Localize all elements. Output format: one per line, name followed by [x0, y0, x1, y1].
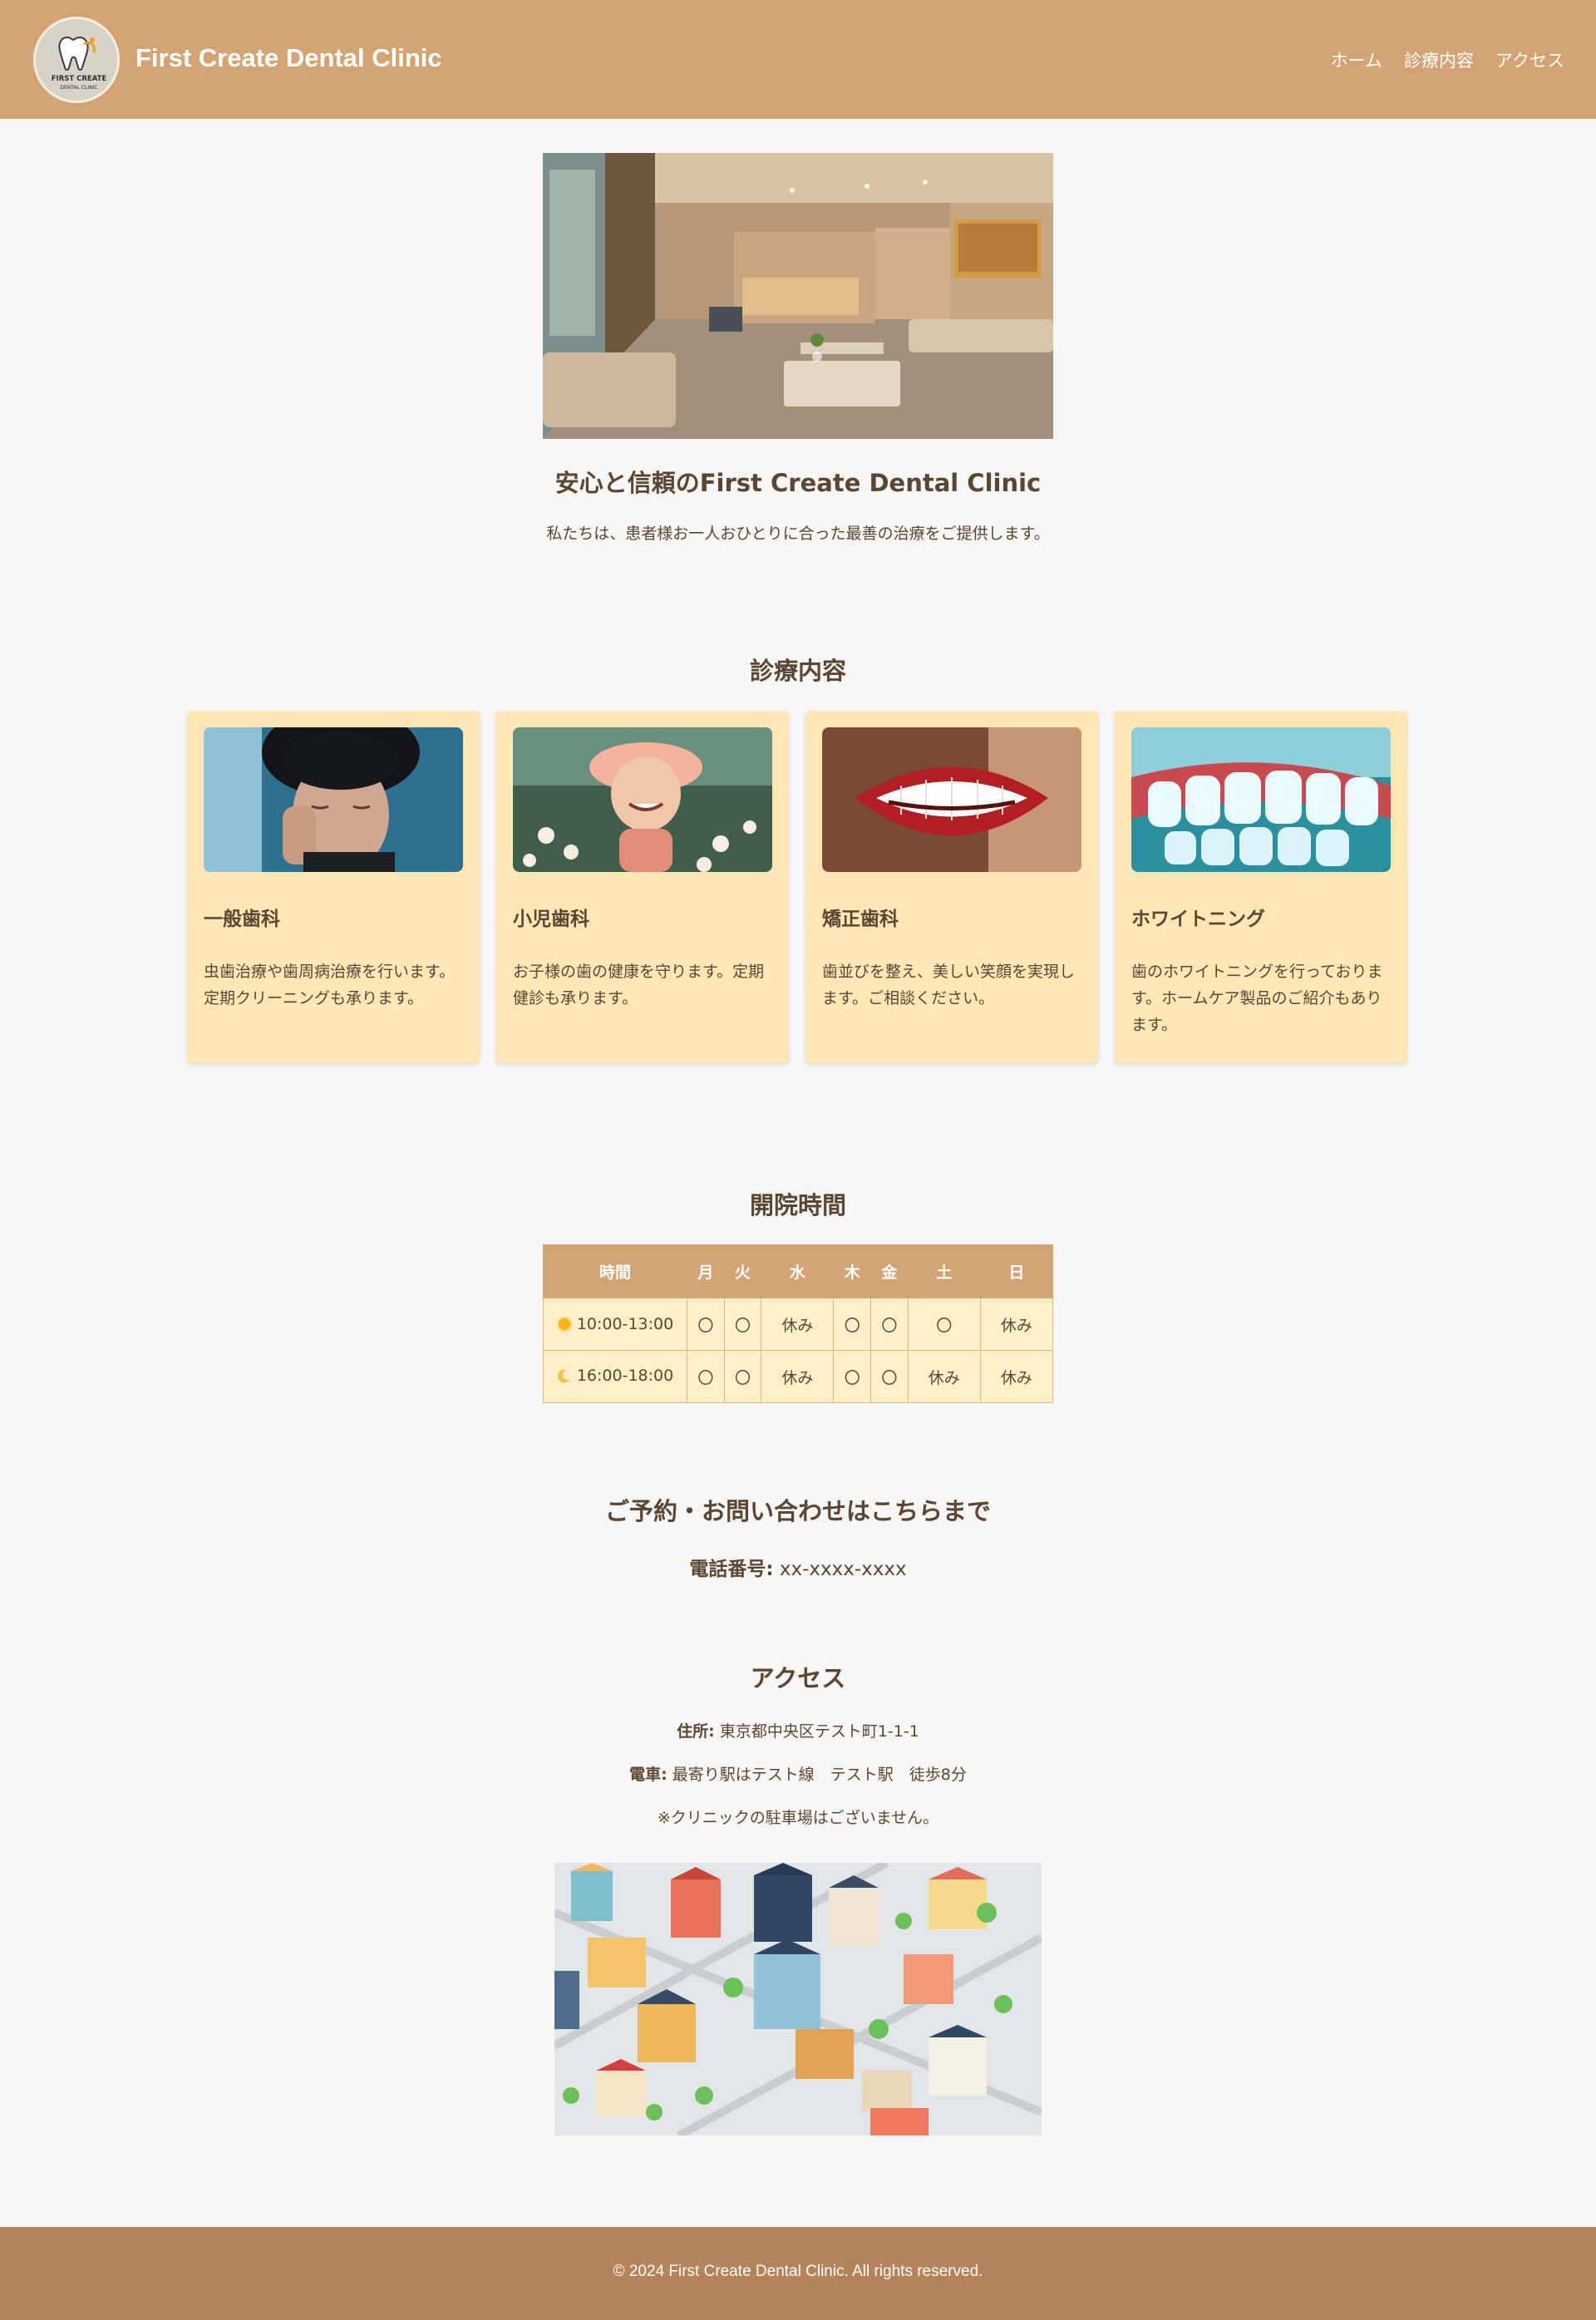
- service-card-general[interactable]: 一般歯科 虫歯治療や歯周病治療を行います。定期クリーニングも承ります。: [187, 711, 480, 1063]
- table-cell: 〇: [833, 1298, 872, 1351]
- table-cell: 〇: [687, 1350, 725, 1403]
- table-row: 16:00-18:00 〇 〇 休み 〇 〇 休み 休み: [543, 1350, 1054, 1403]
- table-row: 10:00-13:00 〇 〇 休み 〇 〇 〇 休み: [543, 1298, 1054, 1351]
- table-cell: 休み: [907, 1350, 981, 1403]
- service-description: 虫歯治療や歯周病治療を行います。定期クリーニングも承ります。: [204, 963, 456, 1007]
- table-cell: 〇: [723, 1298, 762, 1351]
- phone-info: 電話番号: xx-xxxx-xxxx: [0, 1553, 1596, 1581]
- address-line: 住所: 東京都中央区テスト町1-1-1: [0, 1719, 1596, 1741]
- access-heading: アクセス: [750, 1664, 846, 1692]
- column-header: 日: [979, 1244, 1054, 1298]
- site-footer: © 2024 First Create Dental Clinic. All r…: [0, 2227, 1596, 2320]
- service-title: 小児歯科: [513, 909, 589, 930]
- table-cell: 休み: [979, 1298, 1054, 1351]
- tooth-logo-icon: FIRST CREATE DENTAL CLINIC: [36, 19, 117, 101]
- service-title: 矯正歯科: [822, 909, 899, 930]
- phone-label: 電話番号:: [689, 1559, 774, 1580]
- sun-icon: [556, 1317, 572, 1332]
- services-heading: 診療内容: [749, 657, 846, 685]
- time-cell: 10:00-13:00: [543, 1298, 687, 1351]
- service-card-whitening[interactable]: ホワイトニング 歯のホワイトニングを行っております。ホームケア製品のご紹介もあり…: [1115, 711, 1407, 1063]
- column-header: 土: [907, 1244, 981, 1298]
- nav-home[interactable]: ホーム: [1331, 47, 1382, 72]
- copyright-text: © 2024 First Create Dental Clinic. All r…: [613, 2263, 983, 2280]
- table-cell: 休み: [979, 1350, 1054, 1403]
- nav-services[interactable]: 診療内容: [1404, 47, 1474, 72]
- service-description: 歯並びを整え、美しい笑顔を実現します。ご相談ください。: [822, 963, 1076, 1007]
- table-cell: 〇: [907, 1298, 981, 1351]
- column-header: 月: [687, 1244, 725, 1298]
- table-cell: 〇: [870, 1298, 909, 1351]
- service-description: お子様の歯の健康を守ります。定期健診も承ります。: [513, 963, 765, 1007]
- hero-subtitle: 私たちは、患者様お一人おひとりに合った最善の治療をご提供します。: [546, 525, 1050, 543]
- service-description: 歯のホワイトニングを行っております。ホームケア製品のご紹介もあります。: [1131, 963, 1383, 1034]
- hours-header-row: 時間 月 火 水 木 金 土 日: [543, 1244, 1054, 1298]
- service-card-pediatric[interactable]: 小児歯科 お子様の歯の健康を守ります。定期健診も承ります。: [496, 711, 789, 1063]
- orthodontics-image: [822, 727, 1081, 872]
- address-value: 東京都中央区テスト町1-1-1: [719, 1722, 919, 1741]
- column-header: 木: [833, 1244, 872, 1298]
- table-cell: 〇: [870, 1350, 909, 1403]
- time-cell: 16:00-18:00: [543, 1350, 687, 1403]
- address-label: 住所:: [677, 1722, 715, 1741]
- contact-heading: ご予約・お問い合わせはこちらまで: [604, 1497, 991, 1525]
- service-card-orthodontics[interactable]: 矯正歯科 歯並びを整え、美しい笑顔を実現します。ご相談ください。: [805, 711, 1098, 1063]
- clinic-lobby-image: [543, 153, 1053, 439]
- site-header: FIRST CREATE DENTAL CLINIC First Create …: [0, 0, 1596, 119]
- nav-access[interactable]: アクセス: [1495, 47, 1564, 72]
- table-cell: 休み: [761, 1350, 835, 1403]
- logo-text-top: FIRST CREATE: [52, 75, 107, 83]
- service-title: ホワイトニング: [1131, 909, 1265, 930]
- hours-heading: 開院時間: [749, 1191, 846, 1219]
- main-nav: ホーム 診療内容 アクセス: [1331, 47, 1564, 72]
- time-range: 10:00-13:00: [576, 1315, 674, 1333]
- whitening-image: [1131, 727, 1391, 872]
- table-cell: 〇: [723, 1350, 762, 1403]
- general-dentistry-image: [204, 727, 463, 872]
- clinic-logo[interactable]: FIRST CREATE DENTAL CLINIC: [33, 17, 120, 103]
- hours-table: 時間 月 火 水 木 金 土 日 10:00-13:00 〇 〇 休み 〇 〇 …: [543, 1244, 1054, 1403]
- column-header: 火: [723, 1244, 762, 1298]
- service-title: 一般歯科: [204, 909, 280, 930]
- train-label: 電車:: [629, 1766, 667, 1784]
- moon-icon: [557, 1368, 572, 1387]
- city-map-image: [554, 1863, 1042, 2135]
- table-cell: 休み: [761, 1298, 835, 1351]
- table-cell: 〇: [833, 1350, 872, 1403]
- services-list: 一般歯科 虫歯治療や歯周病治療を行います。定期クリーニングも承ります。 小児歯科…: [187, 711, 1409, 1063]
- train-line: 電車: 最寄り駅はテスト線 テスト駅 徒歩8分: [0, 1762, 1596, 1785]
- table-cell: 〇: [687, 1298, 725, 1351]
- parking-note: ※クリニックの駐車場はございません。: [657, 1809, 939, 1827]
- time-range: 16:00-18:00: [576, 1366, 674, 1385]
- pediatric-dentistry-image: [513, 727, 772, 872]
- column-header: 水: [761, 1244, 835, 1298]
- hero-title: 安心と信頼のFirst Create Dental Clinic: [554, 469, 1042, 497]
- column-header: 金: [870, 1244, 909, 1298]
- phone-number[interactable]: xx-xxxx-xxxx: [780, 1559, 907, 1580]
- train-value: 最寄り駅はテスト線 テスト駅 徒歩8分: [672, 1766, 967, 1784]
- logo-text-bottom: DENTAL CLINIC: [60, 85, 97, 91]
- site-title[interactable]: First Create Dental Clinic: [135, 43, 442, 73]
- column-header: 時間: [543, 1244, 687, 1298]
